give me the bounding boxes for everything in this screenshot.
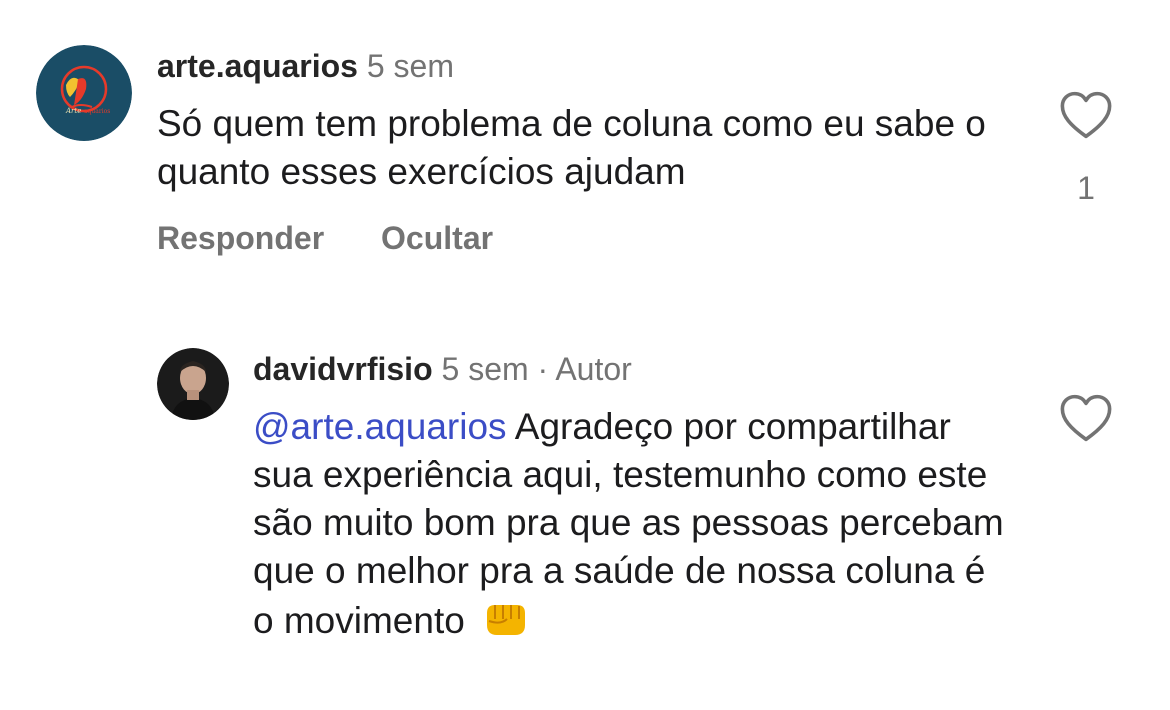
reply-button[interactable]: Responder	[157, 220, 324, 256]
reply-header: davidvrfisio 5 sem · Autor	[253, 349, 632, 389]
heart-icon	[1060, 91, 1112, 139]
like-count: 1	[1077, 170, 1095, 206]
mention-link[interactable]: @arte.aquarios	[253, 406, 507, 447]
like-button[interactable]	[1059, 90, 1113, 140]
separator: ·	[537, 351, 549, 387]
svg-text:Arte: Arte	[65, 107, 81, 115]
comment-header: arte.aquarios 5 sem	[157, 46, 454, 86]
avatar-arte-aquarios[interactable]: Arte aquarios	[36, 45, 132, 141]
username[interactable]: davidvrfisio	[253, 351, 433, 387]
heart-icon	[1060, 394, 1112, 442]
oncoming-fist-emoji-icon	[481, 595, 531, 639]
comment-actions: Responder Ocultar	[157, 220, 493, 257]
timestamp: 5 sem	[366, 48, 454, 84]
svg-text:aquarios: aquarios	[84, 108, 110, 115]
avatar-davidvrfisio[interactable]	[157, 348, 229, 420]
username[interactable]: arte.aquarios	[157, 48, 358, 84]
comment-body: Só quem tem problema de coluna como eu s…	[157, 103, 986, 192]
comment-text: Só quem tem problema de coluna como eu s…	[157, 100, 1017, 196]
author-badge: Autor	[555, 351, 632, 387]
reply-text: @arte.aquarios Agradeço por compartilhar…	[253, 403, 1013, 645]
like-button[interactable]	[1059, 393, 1113, 443]
timestamp: 5 sem	[441, 351, 529, 387]
hide-button[interactable]: Ocultar	[381, 220, 493, 256]
